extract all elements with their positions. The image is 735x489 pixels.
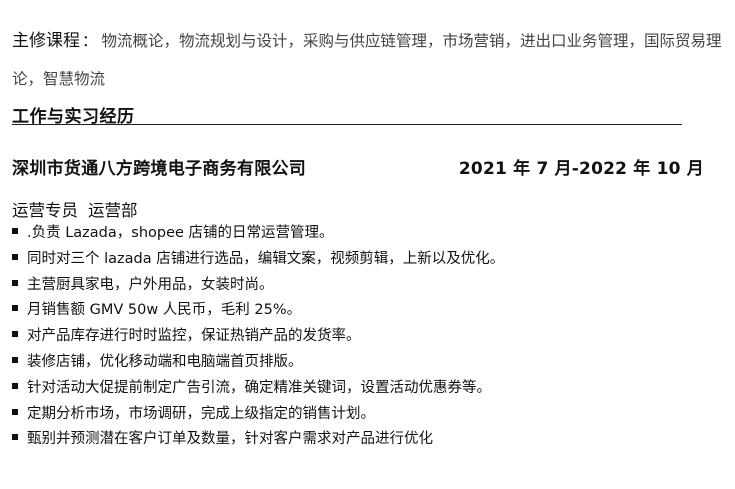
duty-item: 对产品库存进行时时监控，保证热销产品的发货率。 bbox=[12, 324, 712, 350]
duty-list: .负责 Lazada，shopee 店铺的日常运营管理。 同时对三个 lazad… bbox=[12, 221, 712, 453]
duty-text: .负责 Lazada，shopee 店铺的日常运营管理。 bbox=[27, 225, 334, 241]
courses-text: 物流概论，物流规划与设计，采购与供应链管理，市场营销，进出口业务管理，国际贸易理… bbox=[12, 32, 722, 88]
courses-colon: ： bbox=[82, 32, 98, 50]
duty-text: 甄别并预测潜在客户订单及数量，针对客户需求对产品进行优化 bbox=[27, 431, 433, 448]
duty-item: 月销售额 GMV 50w 人民币，毛利 25%。 bbox=[12, 298, 712, 324]
duty-item: .负责 Lazada，shopee 店铺的日常运营管理。 bbox=[12, 221, 712, 247]
bullet-square-icon bbox=[12, 382, 18, 389]
courses-label: 主修课程 bbox=[12, 31, 80, 51]
duty-text: 针对活动大促提前制定广告引流，确定精准关键词，设置活动优惠券等。 bbox=[27, 379, 491, 396]
duty-item: 装修店铺，优化移动端和电脑端首页排版。 bbox=[12, 350, 712, 376]
duty-item: 甄别并预测潜在客户订单及数量，针对客户需求对产品进行优化 bbox=[12, 427, 712, 453]
role-line: 运营专员 运营部 bbox=[12, 197, 138, 221]
bullet-square-icon bbox=[12, 434, 18, 441]
bullet-square-icon bbox=[12, 305, 18, 312]
duty-item: 同时对三个 lazada 店铺进行选品，编辑文案，视频剪辑，上新以及优化。 bbox=[12, 247, 712, 273]
duty-item: 主营厨具家电，户外用品，女装时尚。 bbox=[12, 273, 712, 299]
bullet-square-icon bbox=[12, 408, 18, 415]
duty-text: 装修店铺，优化移动端和电脑端首页排版。 bbox=[27, 353, 303, 370]
duty-text: 同时对三个 lazada 店铺进行选品，编辑文案，视频剪辑，上新以及优化。 bbox=[27, 250, 505, 267]
bullet-square-icon bbox=[12, 228, 18, 234]
duty-text: 月销售额 GMV 50w 人民币，毛利 25%。 bbox=[27, 302, 302, 319]
department-name: 运营部 bbox=[88, 201, 138, 220]
bullet-square-icon bbox=[12, 356, 18, 363]
duty-item: 针对活动大促提前制定广告引流，确定精准关键词，设置活动优惠券等。 bbox=[12, 376, 712, 402]
courses-line: 主修课程：物流概论，物流规划与设计，采购与供应链管理，市场营销，进出口业务管理，… bbox=[12, 22, 727, 98]
bullet-square-icon bbox=[12, 253, 18, 260]
resume-page: 主修课程：物流概论，物流规划与设计，采购与供应链管理，市场营销，进出口业务管理，… bbox=[0, 0, 735, 489]
employment-period: 2021 年 7 月-2022 年 10 月 bbox=[458, 159, 704, 179]
company-name: 深圳市货通八方跨境电子商务有限公司 bbox=[12, 159, 307, 179]
duty-item: 定期分析市场，市场调研，完成上级指定的销售计划。 bbox=[12, 402, 712, 428]
position-title: 运营专员 bbox=[12, 201, 78, 220]
bullet-square-icon bbox=[12, 279, 18, 286]
duty-text: 对产品库存进行时时监控，保证热销产品的发货率。 bbox=[27, 328, 361, 345]
duty-text: 定期分析市场，市场调研，完成上级指定的销售计划。 bbox=[27, 405, 375, 422]
duty-text: 主营厨具家电，户外用品，女装时尚。 bbox=[27, 276, 274, 293]
bullet-square-icon bbox=[12, 331, 18, 338]
section-title-experience: 工作与实习经历 bbox=[12, 102, 682, 127]
company-row: 深圳市货通八方跨境电子商务有限公司 2021 年 7 月-2022 年 10 月 bbox=[12, 154, 704, 180]
